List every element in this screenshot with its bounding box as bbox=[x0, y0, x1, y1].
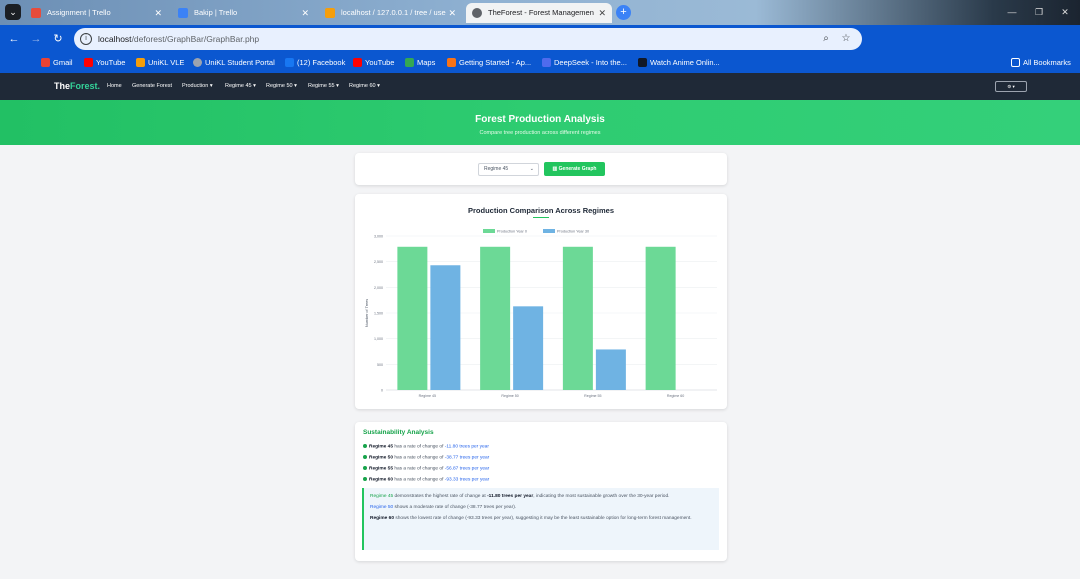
summary-paragraph: Regime 60 shows the lowest rate of chang… bbox=[370, 516, 692, 521]
all-bookmarks[interactable]: All Bookmarks bbox=[1011, 53, 1071, 73]
sustainability-item: Regime 60 has a rate of change of -93.33… bbox=[363, 477, 489, 482]
bar bbox=[595, 349, 626, 390]
browser-toolbar: ← → ↻ i localhost/deforest/GraphBar/Grap… bbox=[0, 25, 1080, 72]
new-tab-button[interactable]: + bbox=[616, 5, 631, 20]
analysis-summary: Regime 45 demonstrates the highest rate … bbox=[362, 488, 719, 550]
bar bbox=[513, 306, 544, 390]
bookmark-youtube[interactable]: YouTube bbox=[353, 53, 394, 73]
y-tick-label: 2,500 bbox=[374, 260, 383, 264]
chevron-down-icon: ⌄ bbox=[529, 166, 534, 172]
y-tick-label: 1,000 bbox=[374, 337, 383, 341]
sustainability-item: Regime 50 has a rate of change of -38.77… bbox=[363, 455, 489, 460]
minimize-icon[interactable]: — bbox=[1000, 0, 1024, 25]
check-icon bbox=[363, 466, 367, 470]
bookmark-deepseek[interactable]: DeepSeek - Into the... bbox=[542, 53, 627, 73]
sustainability-title: Sustainability Analysis bbox=[363, 429, 434, 436]
tab-title: Assignment | Trello bbox=[47, 8, 111, 17]
x-tick-label: Regime 60 bbox=[667, 394, 684, 398]
summary-paragraph: Regime 50 shows a moderate rate of chang… bbox=[370, 505, 517, 510]
nav-regime-45[interactable]: Regime 45 ▾ bbox=[225, 73, 256, 100]
bar bbox=[562, 246, 593, 390]
bar-chart: 0 500 1,000 1,500 2,000 2,500 3,000 Number of T… bbox=[365, 229, 717, 398]
page-title: Forest Production Analysis bbox=[475, 114, 605, 125]
nav-regime-50[interactable]: Regime 50 ▾ bbox=[266, 73, 297, 100]
check-icon bbox=[363, 477, 367, 481]
bar bbox=[430, 265, 461, 390]
x-tick-label: Regime 50 bbox=[501, 394, 518, 398]
phpmyadmin-icon bbox=[325, 8, 335, 18]
bookmark-getting-started[interactable]: Getting Started - Ap... bbox=[447, 53, 531, 73]
site-navbar: TheForest. Home Generate Forest Producti… bbox=[0, 73, 1080, 100]
close-tab-icon[interactable]: ✕ bbox=[448, 3, 456, 23]
globe-icon bbox=[472, 8, 482, 18]
close-window-icon[interactable]: ✕ bbox=[1053, 0, 1077, 25]
x-tick-label: Regime 55 bbox=[584, 394, 601, 398]
check-icon bbox=[363, 455, 367, 459]
tab-title: Bakip | Trello bbox=[194, 8, 238, 17]
bookmark-unikl-portal[interactable]: UniKL Student Portal bbox=[193, 53, 275, 73]
tab-title: TheForest - Forest Managemen bbox=[488, 8, 594, 17]
bookmark-star-icon[interactable]: ☆ bbox=[838, 31, 854, 47]
hero-banner: Forest Production Analysis Compare tree … bbox=[0, 100, 1080, 145]
chart-card: Production Comparison Across Regimes 0 50… bbox=[355, 194, 727, 409]
bar bbox=[397, 246, 428, 390]
nav-regime-60[interactable]: Regime 60 ▾ bbox=[349, 73, 380, 100]
site-logo[interactable]: TheForest. bbox=[54, 73, 100, 100]
y-tick-label: 0 bbox=[381, 389, 383, 393]
bookmark-youtube[interactable]: YouTube bbox=[84, 53, 125, 73]
site-info-icon[interactable]: i bbox=[80, 33, 92, 45]
close-tab-icon[interactable]: ✕ bbox=[598, 3, 606, 23]
page-subtitle: Compare tree production across different… bbox=[479, 130, 601, 136]
browser-tab-active[interactable]: TheForest - Forest Managemen ✕ bbox=[466, 3, 612, 23]
browser-tab[interactable]: Assignment | Trello ✕ bbox=[25, 3, 168, 23]
bookmark-gmail[interactable]: Gmail bbox=[41, 53, 73, 73]
bookmark-maps[interactable]: Maps bbox=[405, 53, 435, 73]
address-bar[interactable]: i localhost/deforest/GraphBar/GraphBar.p… bbox=[74, 28, 862, 50]
zoom-icon[interactable]: ⌕ bbox=[818, 31, 834, 47]
sustainability-card: Sustainability Analysis Regime 45 has a … bbox=[355, 422, 727, 561]
bookmark-anime[interactable]: Watch Anime Onlin... bbox=[638, 53, 720, 73]
url-text: localhost/deforest/GraphBar/GraphBar.php bbox=[98, 34, 260, 44]
browser-tab[interactable]: localhost / 127.0.0.1 / tree / use ✕ bbox=[319, 3, 462, 23]
controls-card: Regime 45 ⌄ ▥ Generate Graph bbox=[355, 153, 727, 185]
trello-icon bbox=[178, 8, 188, 18]
y-tick-label: 1,500 bbox=[374, 312, 383, 316]
sustainability-item: Regime 55 has a rate of change of -56.87… bbox=[363, 466, 489, 471]
bar bbox=[645, 246, 676, 390]
back-arrow-icon[interactable]: ← bbox=[6, 31, 22, 47]
restore-icon[interactable]: ❐ bbox=[1027, 0, 1051, 25]
legend-label: Production Year 0 bbox=[497, 230, 527, 234]
close-tab-icon[interactable]: ✕ bbox=[301, 3, 309, 23]
y-axis-label: Number of Trees bbox=[365, 299, 369, 327]
user-menu-button[interactable]: ⚙ ▾ bbox=[995, 81, 1027, 92]
generate-graph-button[interactable]: ▥ Generate Graph bbox=[544, 162, 605, 176]
nav-production[interactable]: Production ▾ bbox=[182, 73, 213, 100]
y-tick-label: 3,000 bbox=[374, 235, 383, 239]
browser-tab-bar: ⌄ Assignment | Trello ✕ Bakip | Trello ✕… bbox=[0, 0, 1080, 25]
browser-tab[interactable]: Bakip | Trello ✕ bbox=[172, 3, 315, 23]
legend-swatch bbox=[483, 229, 495, 233]
regime-select[interactable]: Regime 45 ⌄ bbox=[478, 163, 539, 176]
legend-swatch bbox=[543, 229, 555, 233]
bookmark-unikl-vle[interactable]: UniKL VLE bbox=[136, 53, 184, 73]
sustainability-item: Regime 45 has a rate of change of -11.80… bbox=[363, 444, 489, 449]
trello-icon bbox=[31, 8, 41, 18]
bar bbox=[480, 246, 511, 390]
x-tick-label: Regime 45 bbox=[419, 394, 436, 398]
close-tab-icon[interactable]: ✕ bbox=[154, 3, 162, 23]
nav-generate-forest[interactable]: Generate Forest bbox=[132, 73, 172, 100]
tab-search-button[interactable]: ⌄ bbox=[5, 4, 21, 20]
bookmarks-bar: ⊞ Gmail YouTube UniKL VLE UniKL Student … bbox=[0, 53, 1080, 120]
bookmark-facebook[interactable]: (12) Facebook bbox=[285, 53, 345, 73]
y-tick-label: 500 bbox=[377, 363, 383, 367]
forward-arrow-icon[interactable]: → bbox=[28, 31, 44, 47]
nav-regime-55[interactable]: Regime 55 ▾ bbox=[308, 73, 339, 100]
summary-paragraph: Regime 45 demonstrates the highest rate … bbox=[370, 494, 670, 499]
tab-title: localhost / 127.0.0.1 / tree / use bbox=[341, 8, 446, 17]
nav-home[interactable]: Home bbox=[107, 73, 122, 100]
y-tick-label: 2,000 bbox=[374, 286, 383, 290]
check-icon bbox=[363, 444, 367, 448]
legend-label: Production Year 30 bbox=[557, 230, 589, 234]
reload-icon[interactable]: ↻ bbox=[50, 31, 66, 47]
